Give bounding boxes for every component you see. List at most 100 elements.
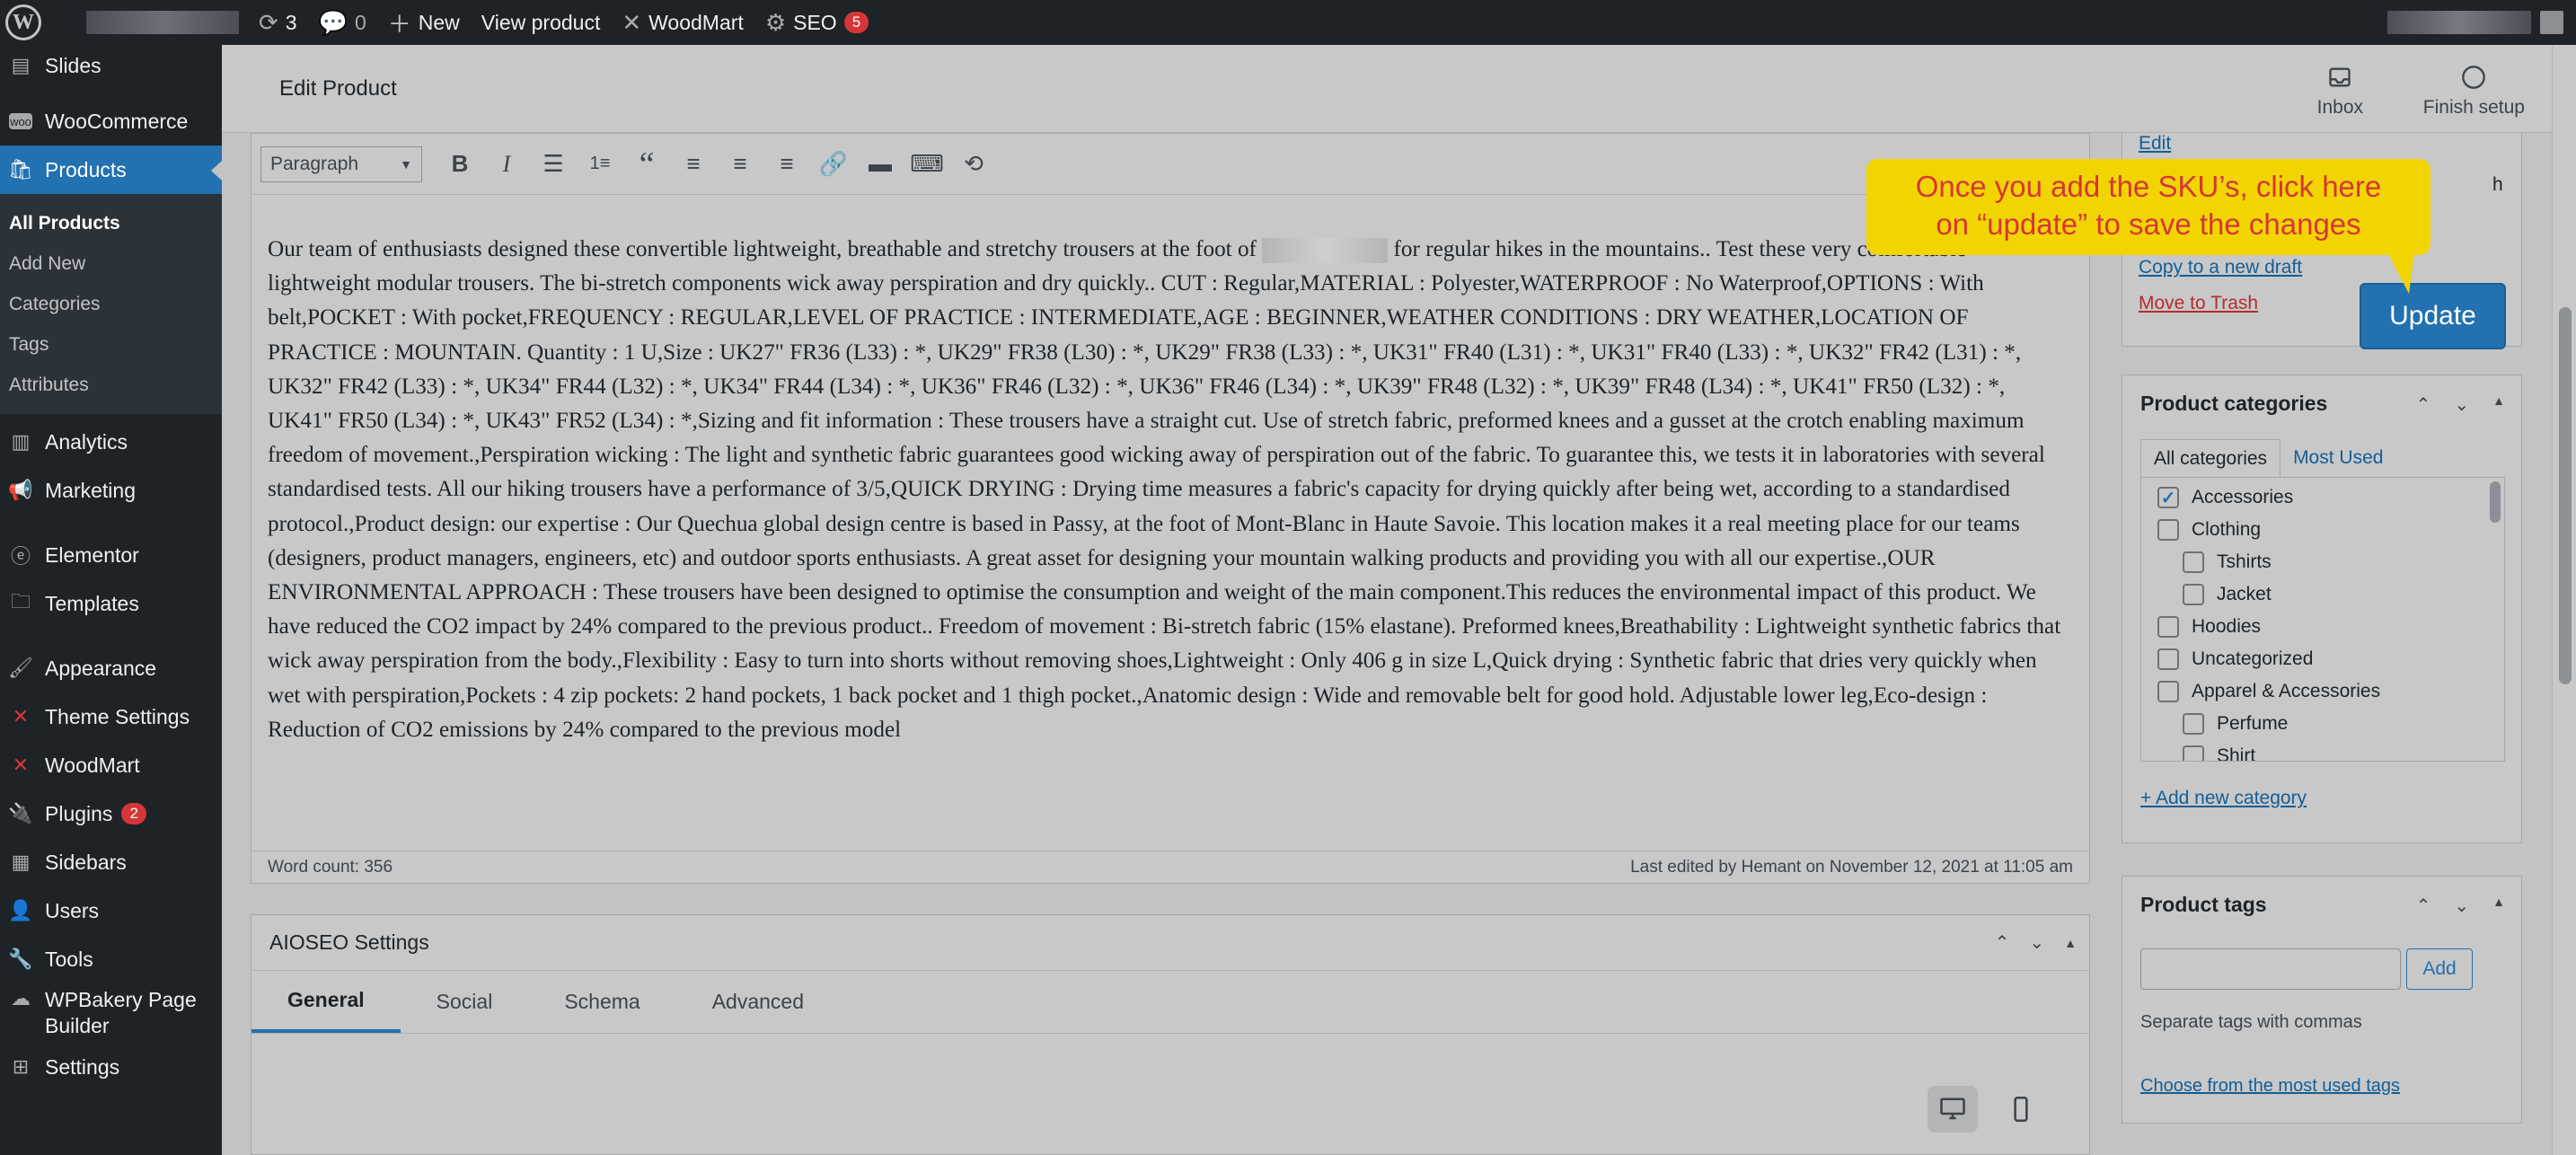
updates-link[interactable]: ⟳ 3 bbox=[248, 0, 308, 45]
submenu-add-new[interactable]: Add New bbox=[0, 243, 222, 284]
sidebar-item-plugins[interactable]: 🔌 Plugins 2 bbox=[0, 789, 222, 838]
add-tag-button[interactable]: Add bbox=[2406, 948, 2473, 990]
align-left-button[interactable]: ≡ bbox=[670, 145, 717, 184]
collapse-triangle-icon[interactable]: ▲ bbox=[2492, 895, 2505, 917]
category-item[interactable]: Uncategorized bbox=[2141, 643, 2504, 675]
category-item[interactable]: Clothing bbox=[2141, 514, 2504, 546]
desktop-preview-button[interactable] bbox=[1928, 1086, 1978, 1133]
category-checkbox[interactable] bbox=[2183, 551, 2204, 573]
chevron-down-icon[interactable]: ⌄ bbox=[2029, 931, 2044, 954]
insert-link-button[interactable]: 🔗 bbox=[810, 145, 857, 184]
chevron-up-icon[interactable]: ⌃ bbox=[2416, 393, 2431, 416]
categories-checklist[interactable]: ✓ Accessories Clothing Tshirts Jacket Hoodies… bbox=[2140, 477, 2505, 762]
copy-draft-link[interactable]: Copy to a new draft bbox=[2139, 257, 2302, 278]
category-item[interactable]: Apparel & Accessories bbox=[2141, 675, 2504, 708]
collapse-triangle-icon[interactable]: ▲ bbox=[2492, 393, 2505, 416]
chevron-down-icon[interactable]: ⌄ bbox=[2454, 895, 2469, 917]
instruction-callout: Once you add the SKU’s, click here on “u… bbox=[1866, 159, 2430, 294]
page-scrollbar-thumb[interactable] bbox=[2559, 307, 2572, 684]
sidebar-item-tools[interactable]: 🔧 Tools bbox=[0, 935, 222, 983]
align-center-button[interactable]: ≡ bbox=[717, 145, 763, 184]
tab-advanced[interactable]: Advanced bbox=[676, 971, 840, 1033]
sidebar-item-products[interactable]: 🛍 Products bbox=[0, 145, 222, 194]
category-item[interactable]: Perfume bbox=[2141, 708, 2504, 740]
move-to-trash-link[interactable]: Move to Trash bbox=[2139, 293, 2258, 314]
chevron-up-icon[interactable]: ⌃ bbox=[2416, 895, 2431, 917]
category-checkbox[interactable] bbox=[2157, 616, 2179, 638]
submenu-tags[interactable]: Tags bbox=[0, 324, 222, 365]
sidebar-item-appearance[interactable]: 🖌 Appearance bbox=[0, 644, 222, 692]
category-checkbox[interactable] bbox=[2157, 681, 2179, 702]
new-content-link[interactable]: ＋ New bbox=[377, 0, 471, 45]
category-checkbox[interactable] bbox=[2183, 713, 2204, 735]
blockquote-button[interactable]: “ bbox=[623, 145, 670, 184]
sidebar-item-woocommerce[interactable]: woo WooCommerce bbox=[0, 97, 222, 145]
category-item[interactable]: Hoodies bbox=[2141, 611, 2504, 643]
sidebar-item-settings[interactable]: ⊞ Settings bbox=[0, 1043, 222, 1091]
category-checkbox[interactable]: ✓ bbox=[2157, 487, 2179, 508]
category-item[interactable]: Shirt bbox=[2141, 740, 2504, 761]
sidebar-item-theme-settings[interactable]: ✕ Theme Settings bbox=[0, 692, 222, 741]
sidebar-item-users[interactable]: 👤 Users bbox=[0, 886, 222, 935]
category-item[interactable]: Tshirts bbox=[2141, 546, 2504, 578]
editor-content[interactable]: Our team of enthusiasts designed these c… bbox=[268, 233, 2064, 747]
wordpress-logo-icon[interactable]: W bbox=[5, 4, 41, 40]
edit-link[interactable]: Edit bbox=[2139, 133, 2171, 154]
finish-setup-button[interactable]: Finish setup bbox=[2423, 65, 2525, 119]
products-submenu: All Products Add New Categories Tags Att… bbox=[0, 194, 222, 414]
read-more-button[interactable]: ▬ bbox=[857, 145, 904, 184]
sidebar-item-sidebars[interactable]: ▦ Sidebars bbox=[0, 838, 222, 886]
category-checkbox[interactable] bbox=[2183, 745, 2204, 761]
inbox-button[interactable]: Inbox bbox=[2317, 65, 2363, 119]
update-button[interactable]: Update bbox=[2360, 283, 2506, 349]
categories-scrollbar[interactable] bbox=[2490, 481, 2501, 523]
tab-general[interactable]: General bbox=[251, 971, 401, 1033]
comments-link[interactable]: 💬 0 bbox=[308, 0, 377, 45]
collapse-triangle-icon[interactable]: ▲ bbox=[2064, 936, 2077, 950]
tab-social[interactable]: Social bbox=[401, 971, 529, 1033]
submenu-attributes[interactable]: Attributes bbox=[0, 365, 222, 405]
category-checkbox[interactable] bbox=[2183, 584, 2204, 605]
chevron-down-icon[interactable]: ⌄ bbox=[2454, 393, 2469, 416]
page-scrollbar[interactable] bbox=[2552, 45, 2576, 1155]
category-item[interactable]: Jacket bbox=[2141, 578, 2504, 611]
my-account[interactable] bbox=[2387, 0, 2563, 45]
submenu-all-products[interactable]: All Products bbox=[0, 203, 222, 243]
sidebar-item-templates[interactable]: 🗀 Templates bbox=[0, 579, 222, 628]
sidebar-item-marketing[interactable]: 📢 Marketing bbox=[0, 466, 222, 515]
sidebars-icon: ▦ bbox=[11, 851, 31, 873]
seo-link[interactable]: ⚙ SEO 5 bbox=[754, 0, 879, 45]
numbered-list-button[interactable]: 1≡ bbox=[577, 145, 623, 184]
view-product-link[interactable]: View product bbox=[471, 0, 612, 45]
sidebar-item-woodmart[interactable]: ✕ WoodMart bbox=[0, 741, 222, 789]
sidebar-item-elementor[interactable]: ⓔ Elementor bbox=[0, 531, 222, 579]
add-new-category-link[interactable]: + Add new category bbox=[2140, 788, 2307, 809]
italic-button[interactable]: I bbox=[483, 145, 530, 184]
category-checkbox[interactable] bbox=[2157, 519, 2179, 541]
choose-most-used-tags-link[interactable]: Choose from the most used tags bbox=[2140, 1076, 2400, 1097]
toolbar-toggle-button[interactable]: ⌨ bbox=[904, 145, 950, 184]
mobile-preview-button[interactable] bbox=[1996, 1086, 2046, 1133]
refresh-button[interactable]: ⟲ bbox=[950, 145, 997, 184]
format-select[interactable]: Paragraph ▼ bbox=[260, 145, 422, 182]
tab-all-categories[interactable]: All categories bbox=[2140, 439, 2281, 477]
woodmart-link[interactable]: ✕ WoodMart bbox=[611, 0, 754, 45]
sidebar-item-slides[interactable]: ▤ Slides bbox=[0, 45, 222, 86]
align-right-button[interactable]: ≡ bbox=[763, 145, 810, 184]
chevron-up-icon[interactable]: ⌃ bbox=[1995, 931, 2010, 954]
tab-schema[interactable]: Schema bbox=[528, 971, 675, 1033]
tab-most-used[interactable]: Most Used bbox=[2280, 439, 2395, 477]
site-name-blurred[interactable] bbox=[86, 11, 239, 34]
aioseo-header[interactable]: AIOSEO Settings ⌃ ⌄ ▲ bbox=[251, 915, 2089, 971]
page-header: Edit Product Inbox Finish setup bbox=[222, 45, 2552, 133]
bold-button[interactable]: B bbox=[437, 145, 483, 184]
new-tag-input[interactable] bbox=[2140, 948, 2401, 990]
bullet-list-button[interactable]: ☰ bbox=[530, 145, 577, 184]
category-label: Accessories bbox=[2192, 487, 2294, 507]
category-checkbox[interactable] bbox=[2157, 648, 2179, 670]
sidebar-item-analytics[interactable]: ▥ Analytics bbox=[0, 418, 222, 466]
sidebar-item-label: Plugins bbox=[45, 801, 113, 825]
category-item[interactable]: ✓ Accessories bbox=[2141, 481, 2504, 514]
sidebar-item-wpbakery[interactable]: ☁ WPBakery Page Builder bbox=[0, 983, 222, 1039]
submenu-categories[interactable]: Categories bbox=[0, 284, 222, 324]
